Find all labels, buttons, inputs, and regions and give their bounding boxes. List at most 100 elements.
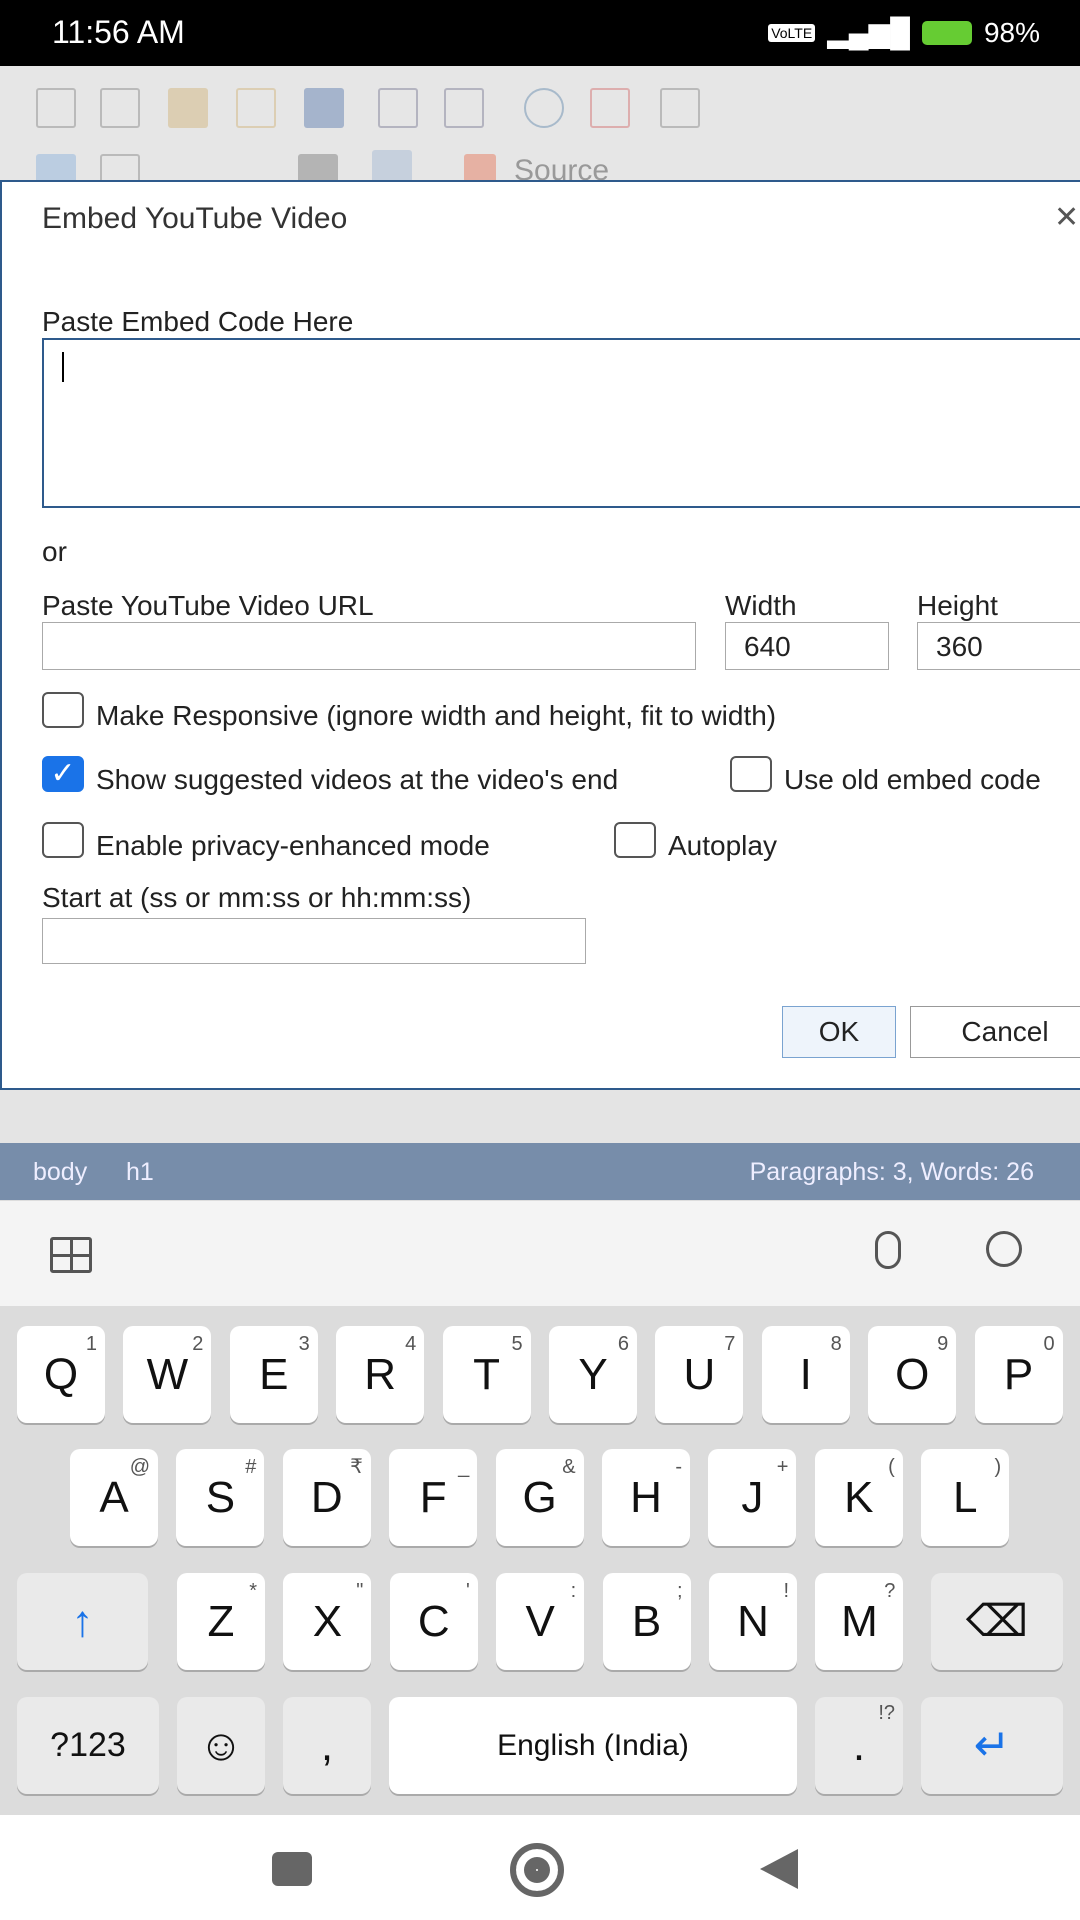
key-hint: 3 [298,1333,310,1355]
old-embed-checkbox[interactable] [730,756,772,792]
paste-text-icon[interactable] [236,88,276,128]
undo-icon[interactable] [378,88,418,128]
embed-code-textarea[interactable] [42,338,1080,508]
key-l[interactable]: L) [921,1449,1010,1546]
key-label: M [841,1597,878,1646]
signal-icon: ▂▄▆█ [827,17,910,48]
key-hint: * [249,1580,257,1602]
link-icon[interactable] [524,88,564,128]
path-item-body[interactable]: body [33,1158,87,1187]
redo-icon[interactable] [444,88,484,128]
cut-icon[interactable] [36,88,76,128]
key-n[interactable]: N! [709,1573,797,1670]
key-label: G [522,1473,557,1522]
privacy-checkbox[interactable] [42,822,84,858]
close-icon[interactable]: ✕ [1054,200,1079,235]
unlink-icon[interactable] [590,88,630,128]
key-label: V [525,1597,555,1646]
start-at-input[interactable] [42,918,586,964]
key-y[interactable]: Y6 [549,1326,637,1423]
key-hint: 9 [937,1333,949,1355]
key-r[interactable]: R4 [336,1326,425,1423]
key-o[interactable]: O9 [868,1326,957,1423]
key-u[interactable]: U7 [655,1326,744,1423]
autoplay-checkbox[interactable] [614,822,656,858]
symbols-key[interactable]: ?123 [17,1697,159,1794]
key-label: D [310,1473,343,1522]
key-label: X [312,1597,343,1646]
key-label: I [799,1350,812,1399]
embed-youtube-dialog: Embed YouTube Video ✕ Paste Embed Code H… [0,180,1080,1090]
key-g[interactable]: G & [495,1449,584,1546]
key-c[interactable]: C ' [389,1573,478,1670]
keyboard-toolbar [0,1200,1080,1306]
key-q[interactable]: Q1 [17,1326,105,1423]
suggested-videos-label: Show suggested videos at the video's end [96,764,619,795]
cancel-button[interactable]: Cancel [910,1006,1080,1058]
key-x[interactable]: X " [283,1573,372,1670]
paste-word-icon[interactable] [304,88,344,128]
width-input[interactable]: 640 [725,622,889,670]
key-hint: + [776,1456,789,1478]
key-w[interactable]: W2 [123,1326,212,1423]
key-a[interactable]: A @ [70,1449,158,1546]
height-input[interactable]: 360 [917,622,1080,670]
key-t[interactable]: T5 [442,1326,531,1423]
key-s[interactable]: S # [176,1449,265,1546]
key-z[interactable]: Z * [177,1573,265,1670]
keyboard: Q 1 W 2 E 3 R 4 T 5 Y 6 U 7 I 8 O 9 P 0 A @ S # D ₹ F _ G & H - J + K(L) Z *… [0,1306,1080,1815]
url-label: Paste YouTube Video URL [42,590,374,621]
key-i[interactable]: I8 [761,1326,850,1423]
backspace-key[interactable]: ⌫ [931,1573,1063,1670]
responsive-checkbox[interactable] [42,692,84,728]
microphone-icon[interactable] [875,1231,901,1269]
key-hint: ! [783,1580,789,1602]
battery-icon [921,20,972,45]
paste-icon[interactable] [168,88,208,128]
key-h[interactable]: H- [602,1449,690,1546]
key-e[interactable]: E3 [229,1326,318,1423]
recents-button[interactable] [272,1852,312,1886]
height-label: Height [917,590,998,621]
key-hint: 1 [85,1333,97,1355]
shift-key[interactable]: ↑ [17,1573,148,1670]
search-icon[interactable] [986,1231,1022,1267]
key-p[interactable]: P0 [974,1326,1063,1423]
privacy-label: Enable privacy-enhanced mode [96,830,490,861]
key-label: P [1003,1350,1034,1399]
key-hint: & [562,1456,576,1478]
path-item-h1[interactable]: h1 [126,1158,154,1187]
text-cursor [62,352,64,382]
home-button[interactable] [510,1843,564,1897]
start-at-label: Start at (ss or mm:ss or hh:mm:ss) [42,882,472,913]
enter-key[interactable]: ↵ [921,1697,1063,1794]
period-hint: !? [878,1702,895,1724]
key-label: F [419,1473,447,1522]
or-label: or [42,536,67,567]
comma-key[interactable]: , [283,1697,371,1794]
period-key[interactable]: .!? [815,1697,903,1794]
url-input[interactable] [42,622,696,670]
space-key[interactable]: English (India) [389,1697,797,1794]
key-label: C [417,1597,450,1646]
key-k[interactable]: K( [814,1449,903,1546]
volte-icon: VoLTE [768,23,816,42]
key-b[interactable]: B; [602,1573,691,1670]
key-label: R [364,1350,397,1399]
key-j[interactable]: J + [708,1449,797,1546]
key-d[interactable]: D ₹ [282,1449,371,1546]
key-label: K [844,1473,874,1522]
key-f[interactable]: F _ [389,1449,478,1546]
suggested-videos-checkbox[interactable]: ✓ [42,756,84,792]
key-hint: ' [465,1580,470,1602]
key-label: S [205,1473,236,1522]
key-v[interactable]: V: [496,1573,585,1670]
key-hint: : [570,1580,577,1602]
apps-grid-icon[interactable] [50,1237,92,1273]
copy-icon[interactable] [100,88,140,128]
emoji-key[interactable]: ☺ [177,1697,265,1794]
key-m[interactable]: M? [815,1573,904,1670]
anchor-icon[interactable] [660,88,700,128]
back-button[interactable] [760,1849,798,1889]
ok-button[interactable]: OK [782,1006,896,1058]
